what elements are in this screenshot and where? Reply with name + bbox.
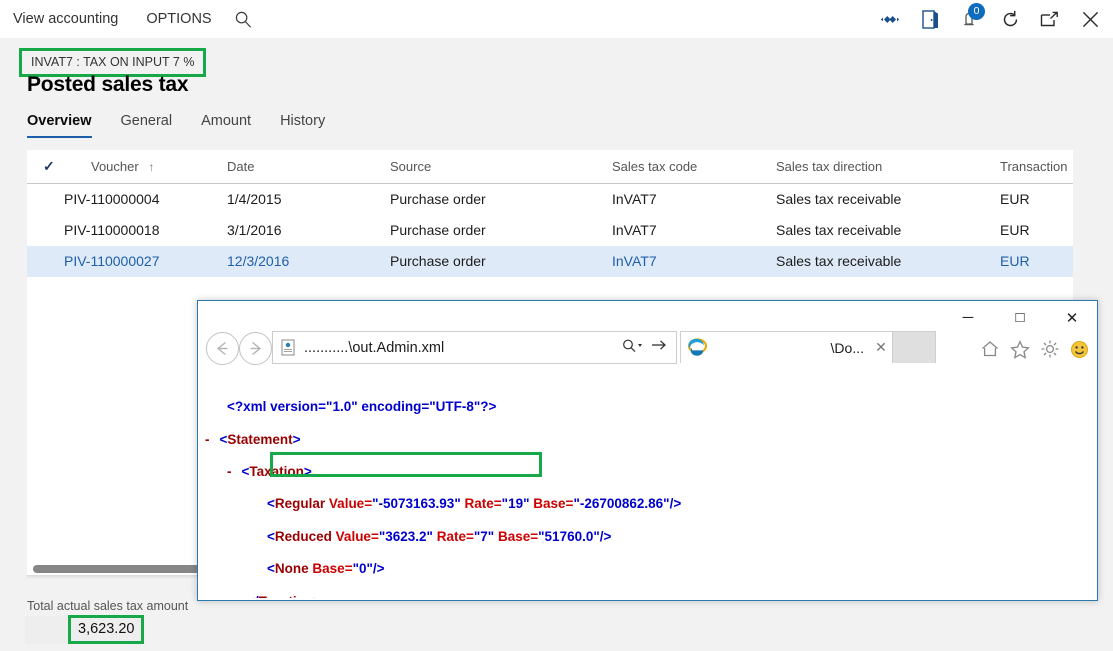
xml-line-regular: <Regular Value="-5073163.93" Rate="19" B… xyxy=(267,496,682,512)
reduced-rate: 7 xyxy=(480,528,488,544)
cell-sales-tax-direction: Sales tax receivable xyxy=(776,253,902,269)
open-in-new-window-icon[interactable] xyxy=(1033,0,1067,38)
menu-view-accounting[interactable]: View accounting xyxy=(0,0,132,38)
column-header-sales-tax-code[interactable]: Sales tax code xyxy=(612,150,697,183)
notifications-bell-icon[interactable]: 0 xyxy=(953,0,987,38)
cell-transaction-currency: EUR xyxy=(1000,253,1030,269)
command-bar-menu: View accounting OPTIONS xyxy=(0,0,262,38)
command-bar-right-icons: 0 xyxy=(873,0,1107,38)
xml-source: <?xml version="1.0" encoding="UTF-8"?> -… xyxy=(199,370,1096,598)
browser-navigation-row: ...........\out.Admin.xml \Do... ✕ xyxy=(198,329,1097,369)
xml-line-reduced: <Reduced Value="3623.2" Rate="7" Base="5… xyxy=(267,528,612,544)
grid-header-row: ✓ Voucher ↑ Date Source Sales tax code S… xyxy=(27,150,1073,184)
internet-explorer-logo-icon xyxy=(687,337,708,358)
internet-explorer-window: ─ □ ✕ ...........\out.Admin.xml \Do... ✕… xyxy=(197,300,1098,601)
cell-source: Purchase order xyxy=(390,191,486,207)
tab-strip: Overview General Amount History xyxy=(27,113,354,138)
menu-options[interactable]: OPTIONS xyxy=(132,0,225,38)
search-dropdown-icon[interactable] xyxy=(622,338,644,354)
table-row[interactable]: PIV-110000004 1/4/2015 Purchase order In… xyxy=(27,184,1073,215)
xml-line-taxation-open: - <Taxation> xyxy=(227,463,312,479)
dynamics-posted-sales-tax-window: View accounting OPTIONS 0 INVAT7: TAX O… xyxy=(0,0,1113,651)
browser-tab-close-icon[interactable]: ✕ xyxy=(870,339,892,356)
home-icon[interactable] xyxy=(979,339,1000,360)
cell-voucher: PIV-110000018 xyxy=(64,222,160,238)
cell-sales-tax-code: InVAT7 xyxy=(612,222,657,238)
cell-transaction-currency: EUR xyxy=(1000,222,1030,238)
cell-date: 3/1/2016 xyxy=(227,222,282,238)
sort-ascending-icon: ↑ xyxy=(148,160,155,174)
cell-voucher: PIV-110000027 xyxy=(64,253,160,269)
refresh-icon[interactable] xyxy=(993,0,1027,38)
browser-tab-title: \Do... xyxy=(830,339,864,356)
cell-sales-tax-direction: Sales tax receivable xyxy=(776,222,902,238)
xml-line-declaration: <?xml version="1.0" encoding="UTF-8"?> xyxy=(227,399,497,415)
collapse-toggle-icon[interactable]: - xyxy=(227,464,232,479)
favorites-star-icon[interactable] xyxy=(1009,339,1030,360)
smiley-feedback-icon[interactable] xyxy=(1069,339,1090,360)
reduced-value: 3623.2 xyxy=(385,528,427,544)
collapse-toggle-icon[interactable]: - xyxy=(205,432,210,447)
cell-source: Purchase order xyxy=(390,253,486,269)
column-header-sales-tax-direction[interactable]: Sales tax direction xyxy=(776,150,882,183)
page-header: INVAT7 : TAX ON INPUT 7 % Posted sales t… xyxy=(0,38,1113,110)
dynamics-diamond-icon[interactable] xyxy=(873,0,907,38)
tab-general[interactable]: General xyxy=(121,113,190,138)
cell-sales-tax-code: InVAT7 xyxy=(612,253,657,269)
reduced-base: 51760.0 xyxy=(544,528,594,544)
record-caption: INVAT7 : TAX ON INPUT 7 % xyxy=(31,55,195,69)
select-all-checkmark-icon[interactable]: ✓ xyxy=(43,150,55,183)
search-icon[interactable] xyxy=(226,0,262,38)
top-command-bar: View accounting OPTIONS 0 xyxy=(0,0,1113,39)
table-row-selected[interactable]: PIV-110000027 12/3/2016 Purchase order I… xyxy=(27,246,1073,277)
browser-command-icons xyxy=(979,334,1090,364)
xml-line-taxation-close: </Taxation> xyxy=(205,594,1096,598)
cell-source: Purchase order xyxy=(390,222,486,238)
tab-overview[interactable]: Overview xyxy=(27,113,109,138)
total-actual-sales-tax-label: Total actual sales tax amount xyxy=(27,599,189,613)
company-book-icon[interactable] xyxy=(913,0,947,38)
back-arrow-icon[interactable] xyxy=(206,332,239,365)
go-arrow-icon[interactable] xyxy=(651,338,667,355)
xml-document-view: <?xml version="1.0" encoding="UTF-8"?> -… xyxy=(199,370,1096,598)
cell-sales-tax-code: InVAT7 xyxy=(612,191,657,207)
tab-history[interactable]: History xyxy=(280,113,342,138)
total-actual-sales-tax-value: 3,623.20 xyxy=(78,621,135,637)
cell-date: 12/3/2016 xyxy=(227,253,290,269)
cell-transaction-currency: EUR xyxy=(1000,191,1030,207)
column-header-source[interactable]: Source xyxy=(390,150,431,183)
xml-line-none: <None Base="0"/> xyxy=(267,561,385,577)
cell-date: 1/4/2015 xyxy=(227,191,282,207)
table-row[interactable]: PIV-110000018 3/1/2016 Purchase order In… xyxy=(27,215,1073,246)
new-tab-button[interactable] xyxy=(892,331,936,363)
notification-count-badge: 0 xyxy=(968,3,985,20)
cell-sales-tax-direction: Sales tax receivable xyxy=(776,191,902,207)
xml-document-favicon xyxy=(280,339,297,356)
forward-arrow-icon[interactable] xyxy=(239,332,272,365)
settings-gear-icon[interactable] xyxy=(1039,339,1060,360)
scrollbar-thumb[interactable] xyxy=(33,565,208,573)
address-bar[interactable]: ...........\out.Admin.xml xyxy=(272,331,677,364)
close-icon[interactable] xyxy=(1073,0,1107,38)
cell-voucher: PIV-110000004 xyxy=(64,191,160,207)
xml-line-statement-open: - <Statement> xyxy=(205,431,301,447)
column-header-transaction-currency[interactable]: Transaction xyxy=(1000,150,1067,183)
total-value-highlight: 3,623.20 xyxy=(68,615,145,644)
tab-amount[interactable]: Amount xyxy=(201,113,268,138)
column-header-date[interactable]: Date xyxy=(227,150,254,183)
browser-tab[interactable]: \Do... ✕ xyxy=(680,331,893,363)
column-header-voucher[interactable]: Voucher ↑ xyxy=(91,150,154,184)
address-bar-url: ...........\out.Admin.xml xyxy=(304,339,445,356)
page-title: Posted sales tax xyxy=(27,73,189,96)
